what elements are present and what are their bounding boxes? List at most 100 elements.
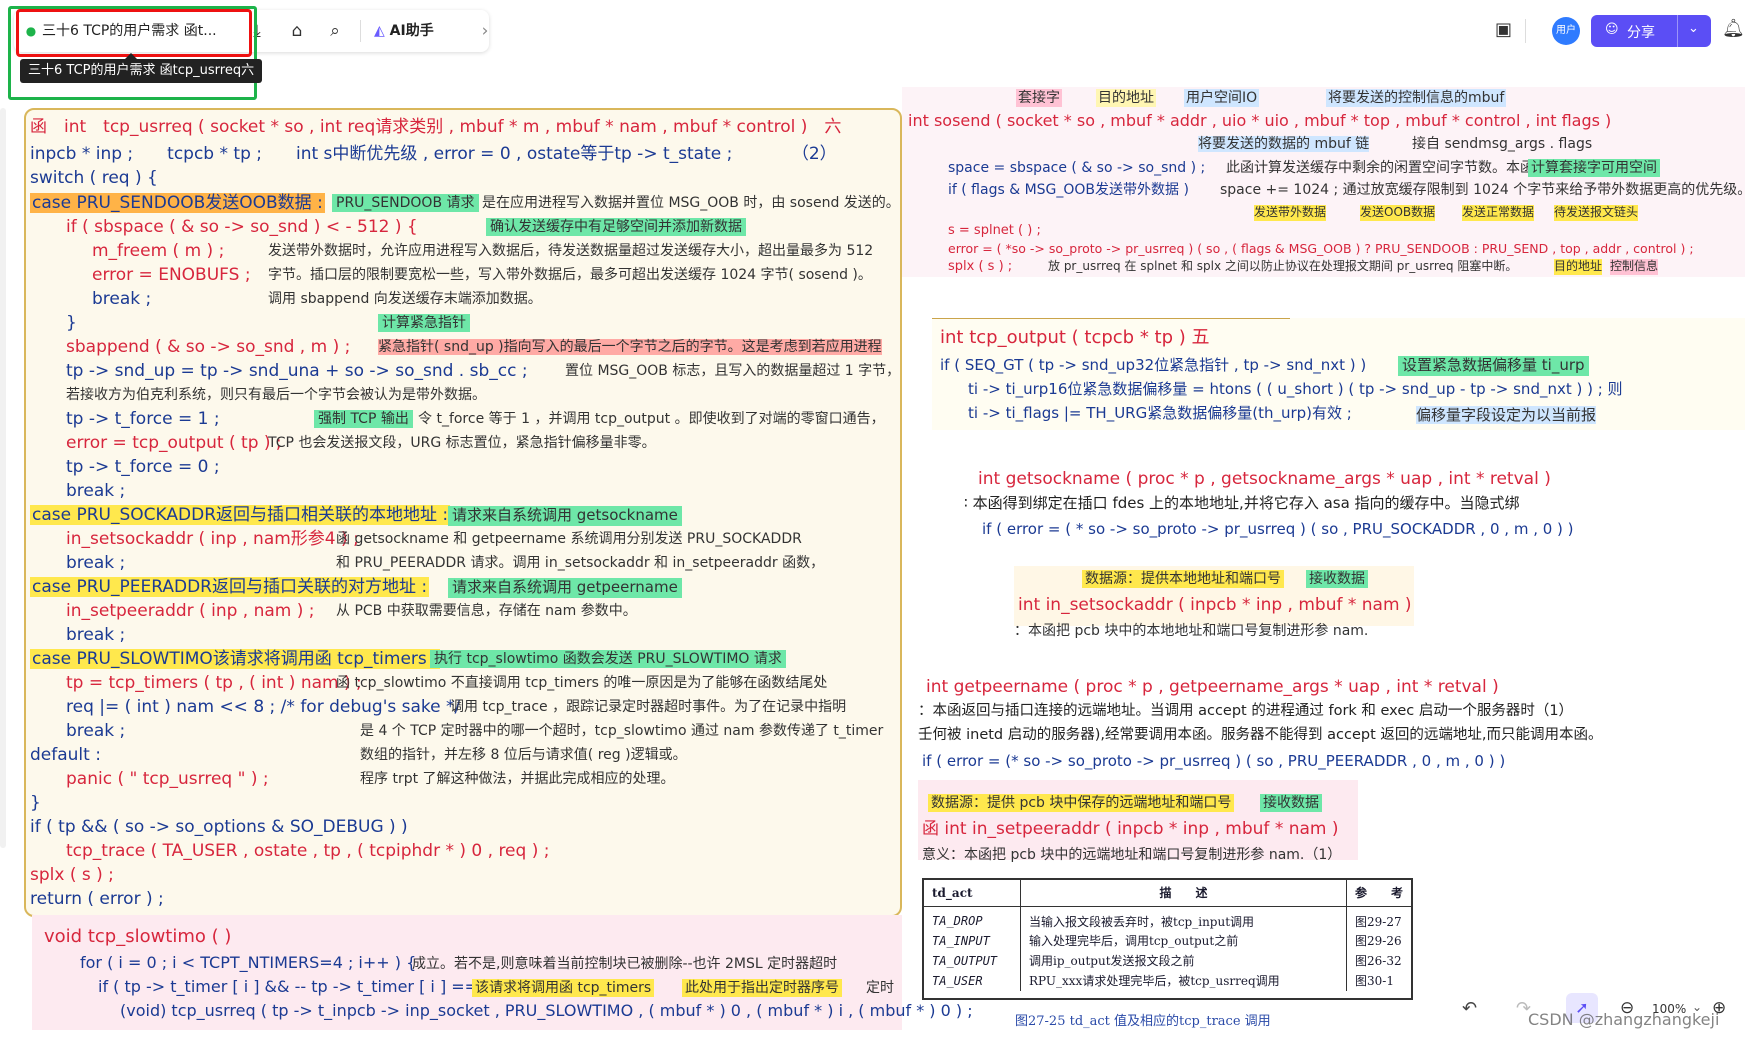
undo-icon[interactable]: ↶ bbox=[1462, 998, 1477, 1019]
code-line: ti -> ti_urp16位紧急数据偏移量 = htons ( ( u_sho… bbox=[968, 380, 1623, 398]
table-row: TA_USER RPU_xxx请求处理完毕后，被tcp_usrreq调用 图30… bbox=[924, 970, 1411, 991]
annotation-tag: 请求来自系统调用 getpeername bbox=[448, 578, 682, 598]
code-line: tp -> snd_up = tp -> snd_una + so -> so_… bbox=[66, 361, 528, 381]
table-row: TA_DROP 当输入报文段被丢弃时，被tcp_input调用 图29-27 bbox=[924, 906, 1411, 931]
label: 套接字 bbox=[1016, 89, 1062, 108]
annotation-text: space += 1024 ; 通过放宽缓存限制到 1024 个字节来给予带外数… bbox=[1220, 182, 1745, 198]
tcp-output-signature: int tcp_output ( tcpcb * tp ) 五 bbox=[940, 327, 1210, 348]
divider bbox=[932, 318, 1290, 319]
label: 控制信息 bbox=[1610, 259, 1659, 275]
annotation-text: 调用 tcp_trace ，跟踪记录定时器超时事件。为了在记录中指明 bbox=[450, 699, 847, 715]
code-line: error = ( *so -> so_proto -> pr_usrreq )… bbox=[948, 241, 1694, 256]
code-line: if ( error = (* so -> so_proto -> pr_usr… bbox=[922, 752, 1506, 770]
code-line: case PRU_SOCKADDR返回与插口相关联的本地地址 : bbox=[30, 505, 451, 525]
code-line: if ( flags & MSG_OOB发送带外数据 ) bbox=[948, 182, 1189, 198]
code-line: for ( i = 0 ; i < TCPT_NTIMERS=4 ; i++ )… bbox=[80, 953, 417, 972]
annotation-tag: 设置紧急数据偏移量 ti_urp bbox=[1398, 356, 1589, 376]
code-line: in_setsockaddr ( inp , nam形参4 ) ; bbox=[66, 529, 359, 549]
label: 接自 sendmsg_args . flags bbox=[1412, 136, 1593, 152]
code-line: tp -> t_force = 1 ; bbox=[66, 409, 220, 429]
code-line: if ( tp -> t_timer [ i ] && -- tp -> t_t… bbox=[98, 977, 505, 996]
annotation-tag: 计算套接字可用空间 bbox=[1528, 159, 1660, 178]
annotation-tag: 执行 tcp_slowtimo 函数会发送 PRU_SLOWTIMO 请求 bbox=[430, 650, 786, 669]
table-cell: 当输入报文段被丢弃时，被tcp_input调用 bbox=[1020, 906, 1347, 931]
annotation-tag: 请求来自系统调用 getsockname bbox=[448, 506, 682, 526]
getsockname-signature: int getsockname ( proc * p , getsockname… bbox=[978, 469, 1551, 489]
code-line: case PRU_PEERADDR返回与插口关联的对方地址 : bbox=[30, 577, 430, 597]
getpeername-panel: int getpeername ( proc * p , getpeername… bbox=[918, 672, 1745, 872]
code-line: tp -> t_force = 0 ; bbox=[66, 457, 220, 477]
annotation-text: 是 4 个 TCP 定时器中的哪一个超时，tcp_slowtimo 通过 nam… bbox=[360, 723, 884, 739]
annotation-tag: 该请求将调用函 tcp_timers bbox=[472, 979, 655, 998]
code-line: 函 int tcp_usrreq ( socket * so , int req… bbox=[30, 117, 842, 137]
label: 数据源：提供 pcb 块中保存的远端地址和端口号 bbox=[928, 794, 1235, 813]
annotation-text: 紧急指针( snd_up )指向写入的最后一个字节之后的字节。这是考虑到若应用进… bbox=[378, 339, 882, 355]
annotation-text: 字节。插口层的限制要宽松一些，写入带外数据后，最多可超出发送缓存 1024 字节… bbox=[268, 267, 872, 283]
code-line: m_freem ( m ) ; bbox=[92, 241, 225, 261]
annotation-text: 此函计算发送缓存中剩余的闲置空间字节数。本函 bbox=[1226, 160, 1534, 176]
code-line: break ; bbox=[66, 553, 126, 573]
annotation-text: 偏移量字段设定为以当前报 bbox=[1416, 406, 1597, 424]
code-line: inpcb * inp ; tcpcb * tp ; int s中断优先级 , … bbox=[30, 144, 837, 164]
code-line: error = ENOBUFS ; bbox=[92, 265, 251, 285]
table-cell: TA_DROP bbox=[924, 906, 1021, 931]
table-caption: 图27-25 td_act 值及相应的tcp_trace 调用 bbox=[1015, 1014, 1271, 1029]
description: 意义：本函把 pcb 块中的远端地址和端口号复制进形参 nam.（1） bbox=[922, 847, 1342, 863]
sosend-panel: 套接字 目的地址 用户空间IO 将要发送的控制信息的mbuf int sosen… bbox=[902, 87, 1745, 277]
search-icon[interactable]: ⌕ bbox=[324, 20, 346, 42]
chevron-down-icon[interactable]: ⌄ bbox=[1688, 21, 1699, 36]
annotation-text: 函 getsockname 和 getpeername 系统调用分别发送 PRU… bbox=[336, 531, 802, 547]
getpeername-signature: int getpeername ( proc * p , getpeername… bbox=[926, 677, 1499, 697]
code-line: break ; bbox=[66, 721, 126, 741]
code-line: break ; bbox=[92, 289, 152, 309]
scrollbar-left[interactable] bbox=[0, 108, 6, 848]
annotation-text: 函 tcp_slowtimo 不直接调用 tcp_timers 的唯一原因是为了… bbox=[336, 675, 828, 691]
label: 将要发送的控制信息的mbuf bbox=[1326, 89, 1507, 108]
table-cell: TA_OUTPUT bbox=[924, 950, 1021, 971]
ai-assistant-button[interactable]: ◭ AI助手 bbox=[374, 20, 434, 42]
annotation-text: 程序 trpt 了解这种做法，并据此完成相应的处理。 bbox=[360, 771, 675, 787]
watermark: CSDN @zhangzhangkeji bbox=[1528, 1010, 1720, 1029]
annotation-tag: PRU_SENDOOB 请求 bbox=[332, 194, 479, 213]
description: ∶ 本函得到绑定在插口 fdes 上的本地地址,并将它存入 asa 指向的缓存中… bbox=[964, 494, 1520, 512]
label: 用户空间IO bbox=[1184, 89, 1260, 108]
share-button[interactable]: ☺ 分享 ⌄ bbox=[1591, 15, 1711, 47]
td-act-table: td_act 描 述 参 考 TA_DROP 当输入报文段被丢弃时，被tcp_i… bbox=[922, 878, 1413, 1000]
add-user-icon: ☺ bbox=[1605, 22, 1619, 37]
table-row: TA_INPUT 输入处理完毕后，调用tcp_output之前 图29-26 bbox=[924, 930, 1411, 951]
avatar[interactable]: 用户 bbox=[1552, 17, 1580, 45]
label: 接收数据 bbox=[1306, 570, 1368, 589]
share-divider bbox=[1677, 15, 1678, 47]
label: 待发送报文链头 bbox=[1554, 205, 1639, 221]
code-line: default : bbox=[30, 745, 101, 765]
table-cell: 输入处理完毕后，调用tcp_output之前 bbox=[1020, 930, 1347, 951]
code-line: s = splnet ( ) ; bbox=[948, 223, 1041, 238]
description: ：本函返回与插口连接的远端地址。当调用 accept 的进程通过 fork 和 … bbox=[918, 703, 1574, 719]
top-right-bar: ▣ 用户 ☺ 分享 ⌄ 🔔︎ bbox=[1495, 13, 1745, 49]
code-line: error = tcp_output ( tp ) ; bbox=[66, 433, 282, 453]
table-cell: RPU_xxx请求处理完毕后，被tcp_usrreq调用 bbox=[1020, 970, 1347, 991]
annotation-text: 从 PCB 中获取需要信息，存储在 nam 参数中。 bbox=[336, 603, 637, 619]
tag-icon[interactable]: ⌂ bbox=[286, 20, 308, 42]
table-header: 参 考 bbox=[1355, 886, 1404, 901]
code-line: } bbox=[30, 793, 41, 813]
code-line: if ( sbspace ( & so -> so_snd ) < - 512 … bbox=[66, 217, 418, 237]
label: 目的地址 bbox=[1554, 259, 1603, 275]
tcp-output-panel: int tcp_output ( tcpcb * tp ) 五 if ( SEQ… bbox=[932, 318, 1745, 430]
in-setsockaddr-signature: int in_setsockaddr ( inpcb * inp , mbuf … bbox=[1018, 595, 1412, 615]
code-line: case PRU_SENDOOB发送OOB数据 : bbox=[30, 193, 325, 213]
notification-bell-icon[interactable]: 🔔︎ bbox=[1722, 18, 1745, 39]
toolbox-icon[interactable]: ▣ bbox=[1495, 19, 1512, 40]
chevron-right-icon[interactable]: › bbox=[474, 20, 496, 42]
toolbar-divider bbox=[360, 20, 361, 42]
label: 接收数据 bbox=[1260, 794, 1322, 813]
description: ：本函把 pcb 块中的本地地址和端口号复制进形参 nam. bbox=[1014, 623, 1369, 639]
getsockname-panel: int getsockname ( proc * p , getsockname… bbox=[964, 464, 1745, 644]
code-line: tcp_trace ( TA_USER , ostate , tp , ( tc… bbox=[66, 841, 550, 861]
code-line: void tcp_slowtimo ( ) bbox=[44, 926, 232, 947]
annotation-tag: 计算紧急指针 bbox=[378, 314, 470, 333]
code-line: } bbox=[66, 313, 77, 333]
code-line: break ; bbox=[66, 625, 126, 645]
code-line: break ; bbox=[66, 481, 126, 501]
table-cell: TA_USER bbox=[924, 970, 1021, 991]
